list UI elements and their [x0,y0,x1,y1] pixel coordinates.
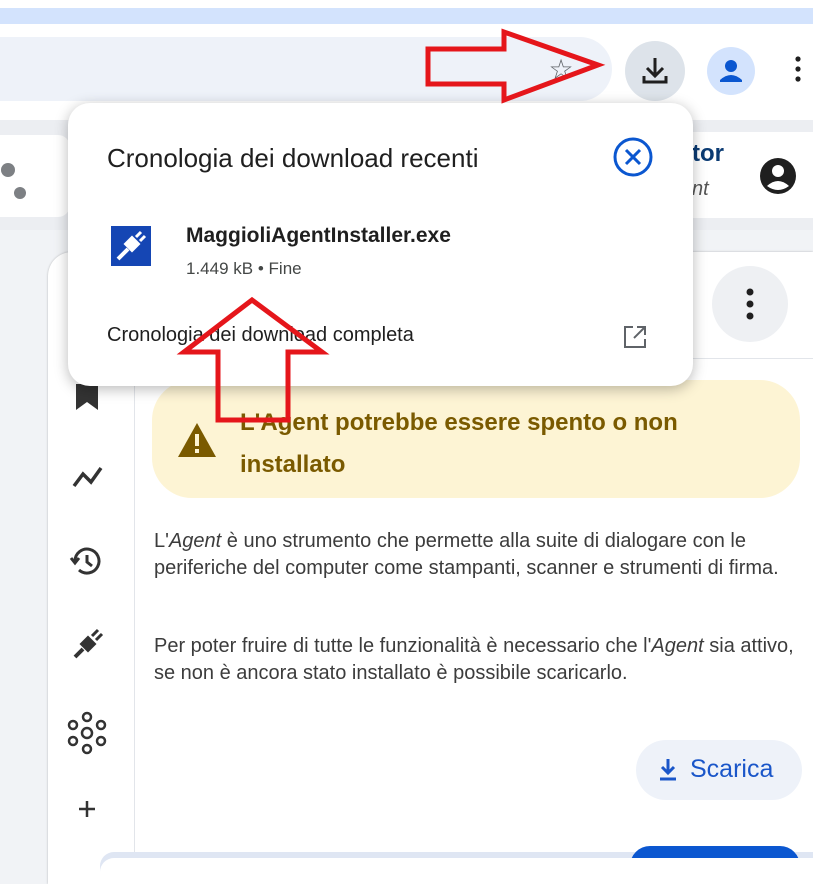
browser-top-strip [0,8,813,24]
browser-menu-button[interactable] [786,50,810,90]
profile-button[interactable] [707,47,755,95]
download-agent-label: Scarica [690,755,774,783]
plug-icon[interactable] [62,620,112,670]
open-in-new-icon[interactable] [620,322,650,352]
warning-icon [176,420,218,460]
header-title: tor [692,140,724,167]
network-icon[interactable] [62,708,112,758]
close-bubble-button[interactable] [610,134,656,180]
account-circle-icon[interactable] [758,156,798,196]
plus-icon[interactable] [62,784,112,834]
bottom-card-inner [100,858,813,884]
warning-message: L'Agent potrebbe essere spento o non ins… [240,409,678,478]
downloads-button[interactable] [625,41,685,101]
download-file-name[interactable]: MaggioliAgentInstaller.exe [186,224,451,248]
header-card-left [0,135,70,217]
apps-icon [1,163,26,199]
star-outline-icon[interactable]: ☆ [545,54,577,86]
download-icon [655,755,681,785]
kebab-menu-icon [746,288,754,320]
person-icon [720,60,742,82]
header-subtitle: nt [692,178,709,200]
exe-file-icon [108,223,154,269]
agent-description: L'Agent è uno strumento che permette all… [154,530,779,579]
download-file-status: 1.449 kB • Fine [186,259,302,278]
full-download-history-link[interactable]: Cronologia dei download completa [107,324,414,347]
close-circle-icon [613,137,653,177]
history-icon[interactable] [62,536,112,586]
kebab-menu-icon [795,56,801,82]
panel-menu-button[interactable] [712,266,788,342]
download-bubble-title: Cronologia dei download recenti [107,143,479,173]
trending-icon[interactable] [62,452,112,502]
agent-install-note: Per poter fruire di tutte le funzionalit… [154,635,794,684]
download-icon [642,58,668,84]
address-bar[interactable] [0,37,612,101]
